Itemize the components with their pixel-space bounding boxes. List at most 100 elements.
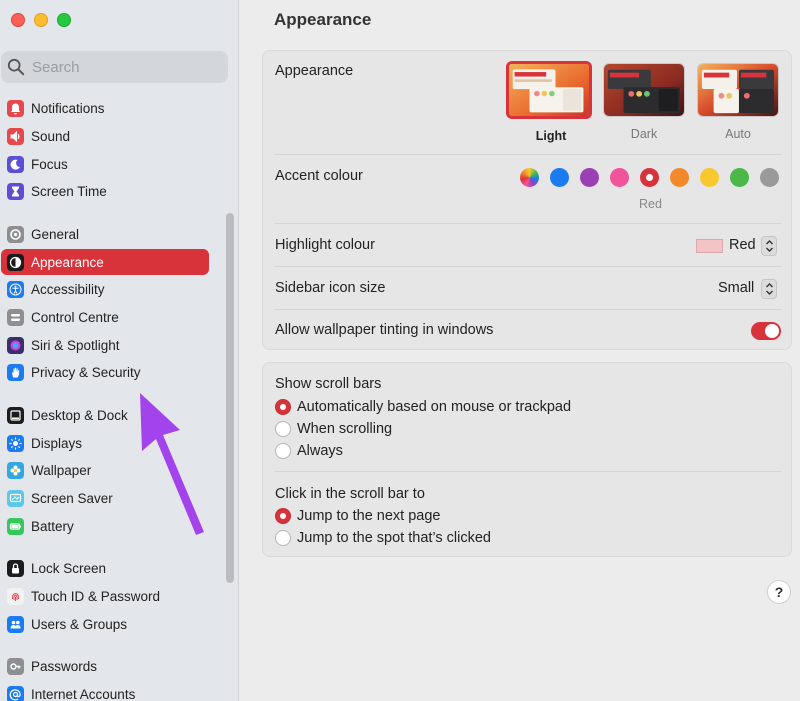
wallpaper-tinting-label: Allow wallpaper tinting in windows	[275, 322, 494, 338]
sidebar-item-users-and-groups[interactable]: Users & Groups	[1, 611, 209, 637]
light-mode-thumbnail[interactable]	[506, 61, 592, 119]
click-scroll-bar-label: Click in the scroll bar to	[275, 486, 425, 502]
radio-button[interactable]	[275, 443, 291, 459]
radio-button[interactable]	[275, 399, 291, 415]
search-field[interactable]	[1, 51, 228, 83]
radio-option[interactable]: Always	[275, 443, 343, 459]
accent-colour-blue[interactable]	[550, 168, 569, 187]
radio-label: Always	[297, 443, 343, 459]
accent-colour-orange[interactable]	[670, 168, 689, 187]
accent-colour-graphite[interactable]	[760, 168, 779, 187]
sidebar-item-general[interactable]: General	[1, 221, 209, 247]
accent-colour-name: Red	[639, 197, 662, 211]
radio-label: Automatically based on mouse or trackpad	[297, 399, 572, 415]
search-icon	[7, 58, 25, 76]
accent-colour-green[interactable]	[730, 168, 749, 187]
highlight-colour-popup-button[interactable]	[761, 236, 777, 256]
sidebar-item-siri-and-spotlight[interactable]: Siri & Spotlight	[1, 332, 209, 358]
hourglass-icon	[7, 182, 24, 200]
search-input[interactable]	[32, 58, 212, 76]
sidebar-item-lock-screen[interactable]: Lock Screen	[1, 555, 209, 581]
sidebar-item-label: Internet Accounts	[31, 686, 136, 701]
sidebar-item-battery[interactable]: Battery	[1, 513, 209, 539]
light-label: Light	[535, 129, 567, 143]
radio-button[interactable]	[275, 421, 291, 437]
show-scroll-bars-label: Show scroll bars	[275, 376, 382, 392]
wallpaper-tinting-toggle[interactable]	[751, 322, 781, 340]
radio-option[interactable]: When scrolling	[275, 421, 392, 437]
dock-icon	[7, 406, 24, 424]
sidebar-item-label: Lock Screen	[31, 560, 107, 576]
key-icon	[7, 657, 24, 675]
divider	[275, 266, 781, 267]
page-title: Appearance	[274, 10, 372, 29]
appearance-option-auto[interactable]: Auto	[697, 63, 779, 141]
sidebar-item-screen-time[interactable]: Screen Time	[1, 178, 209, 204]
users-icon	[7, 615, 24, 633]
minimize-window-button[interactable]	[34, 13, 48, 27]
hand-icon	[7, 363, 24, 381]
chevron-updown-icon	[765, 283, 773, 295]
sidebar-item-label: Displays	[31, 435, 83, 451]
radio-option[interactable]: Jump to the next page	[275, 508, 441, 524]
flower-icon	[7, 461, 24, 479]
sidebar-item-focus[interactable]: Focus	[1, 151, 209, 177]
sidebar-item-label: Focus	[31, 156, 68, 172]
sidebar-item-touch-id-and-password[interactable]: Touch ID & Password	[1, 583, 209, 609]
sidebar-item-internet-accounts[interactable]: Internet Accounts	[1, 681, 209, 701]
sidebar-item-label: Privacy & Security	[31, 364, 141, 380]
radio-button[interactable]	[275, 530, 291, 546]
dark-mode-thumbnail[interactable]	[603, 63, 685, 117]
sidebar-item-displays[interactable]: Displays	[1, 430, 209, 456]
sidebar-item-label: Accessibility	[31, 281, 105, 297]
accent-colour-red[interactable]	[640, 168, 659, 187]
divider	[275, 471, 781, 472]
close-window-button[interactable]	[11, 13, 25, 27]
highlight-colour-value[interactable]: Red	[729, 237, 756, 253]
sidebar-item-label: Appearance	[31, 254, 104, 270]
at-icon	[7, 685, 24, 701]
sidebar-item-notifications[interactable]: Notifications	[1, 95, 209, 121]
accent-colour-purple[interactable]	[580, 168, 599, 187]
appearance-option-dark[interactable]: Dark	[603, 63, 685, 141]
auto-mode-thumbnail[interactable]	[697, 63, 779, 117]
screensaver-icon	[7, 489, 24, 507]
sidebar-item-label: Screen Time	[31, 183, 107, 199]
appearance-option-light[interactable]: Light	[506, 61, 596, 143]
divider	[275, 154, 781, 155]
sidebar-item-privacy-and-security[interactable]: Privacy & Security	[1, 359, 209, 385]
appearance-label: Appearance	[275, 63, 354, 79]
sidebar: Notifications Sound Focus Screen Time Genera…	[0, 0, 239, 701]
sidebar-item-passwords[interactable]: Passwords	[1, 653, 209, 679]
sidebar-scrollbar[interactable]	[226, 213, 234, 583]
divider	[275, 309, 781, 310]
sidebar-item-desktop-and-dock[interactable]: Desktop & Dock	[1, 402, 209, 428]
radio-button[interactable]	[275, 508, 291, 524]
scroll-bars-panel: Show scroll bars Automatically based on …	[262, 362, 792, 557]
accent-colour-multicolour[interactable]	[520, 168, 539, 187]
sidebar-item-label: Users & Groups	[31, 616, 128, 632]
appearance-panel: Appearance Light Dark Auto Accent colour…	[262, 50, 792, 350]
sidebar-icon-size-popup-button[interactable]	[761, 279, 777, 299]
sidebar-icon-size-value[interactable]: Small	[718, 280, 754, 296]
sidebar-item-sound[interactable]: Sound	[1, 123, 209, 149]
lock-icon	[7, 559, 24, 577]
radio-option[interactable]: Jump to the spot that’s clicked	[275, 530, 491, 546]
chevron-updown-icon	[765, 240, 773, 252]
sidebar-item-label: Notifications	[31, 100, 105, 116]
sidebar-item-screen-saver[interactable]: Screen Saver	[1, 485, 209, 511]
accent-colour-pink[interactable]	[610, 168, 629, 187]
sidebar-item-accessibility[interactable]: Accessibility	[1, 276, 209, 302]
sidebar-item-control-centre[interactable]: Control Centre	[1, 304, 209, 330]
help-button[interactable]: ?	[767, 580, 791, 604]
sidebar-item-label: Passwords	[31, 658, 98, 674]
sidebar-item-label: General	[31, 226, 80, 242]
sidebar-item-appearance[interactable]: Appearance	[1, 249, 209, 275]
radio-option[interactable]: Automatically based on mouse or trackpad	[275, 399, 571, 415]
sidebar-item-wallpaper[interactable]: Wallpaper	[1, 457, 209, 483]
sidebar-item-label: Desktop & Dock	[31, 407, 128, 423]
sidebar-item-label: Siri & Spotlight	[31, 337, 120, 353]
accent-colour-yellow[interactable]	[700, 168, 719, 187]
moon-icon	[7, 155, 24, 173]
zoom-window-button[interactable]	[57, 13, 71, 27]
